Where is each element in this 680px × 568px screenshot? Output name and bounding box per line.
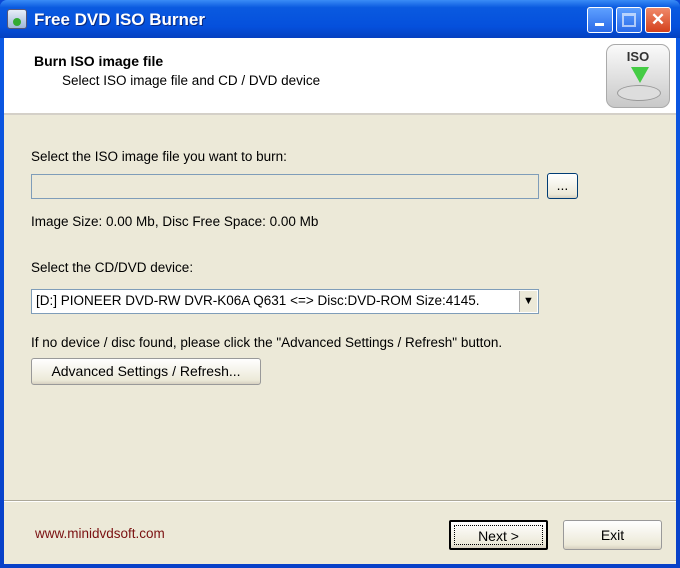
size-info: Image Size: 0.00 Mb, Disc Free Space: 0.… xyxy=(31,214,319,229)
advanced-settings-button[interactable]: Advanced Settings / Refresh... xyxy=(31,358,261,385)
title-bar[interactable]: Free DVD ISO Burner ✕ xyxy=(0,0,680,38)
app-window: Free DVD ISO Burner ✕ Burn ISO image fil… xyxy=(0,0,680,568)
close-icon: ✕ xyxy=(650,10,666,29)
window-title: Free DVD ISO Burner xyxy=(34,10,205,29)
iso-burn-icon: ISO xyxy=(606,44,670,108)
minimize-icon xyxy=(595,23,604,26)
down-arrow-icon xyxy=(631,67,649,83)
close-button[interactable]: ✕ xyxy=(645,7,671,33)
dropdown-arrow-icon[interactable]: ▼ xyxy=(519,291,537,312)
header-subtitle: Select ISO image file and CD / DVD devic… xyxy=(62,73,321,88)
device-select[interactable]: [D:] PIONEER DVD-RW DVR-K06A Q631 <=> Di… xyxy=(31,289,539,314)
dialog-body: Burn ISO image file Select ISO image fil… xyxy=(4,38,676,564)
wizard-header: Burn ISO image file Select ISO image fil… xyxy=(4,38,676,115)
device-label: Select the CD/DVD device: xyxy=(31,260,194,275)
focus-ring xyxy=(454,525,543,545)
disc-icon xyxy=(617,85,661,101)
iso-file-label: Select the ISO image file you want to bu… xyxy=(31,149,287,164)
footer-divider xyxy=(4,500,676,502)
header-title: Burn ISO image file xyxy=(34,53,164,69)
app-icon xyxy=(7,9,27,29)
minimize-button[interactable] xyxy=(587,7,613,33)
website-link[interactable]: www.minidvdsoft.com xyxy=(35,526,165,541)
next-button[interactable]: Next > xyxy=(449,520,548,550)
browse-button[interactable]: ... xyxy=(547,173,578,199)
device-hint: If no device / disc found, please click … xyxy=(31,335,503,350)
exit-button[interactable]: Exit xyxy=(563,520,662,550)
maximize-button[interactable] xyxy=(616,7,642,33)
device-selected: [D:] PIONEER DVD-RW DVR-K06A Q631 <=> Di… xyxy=(36,293,480,308)
maximize-icon xyxy=(622,13,636,27)
iso-file-input[interactable] xyxy=(31,174,539,199)
iso-icon-label: ISO xyxy=(626,49,650,64)
